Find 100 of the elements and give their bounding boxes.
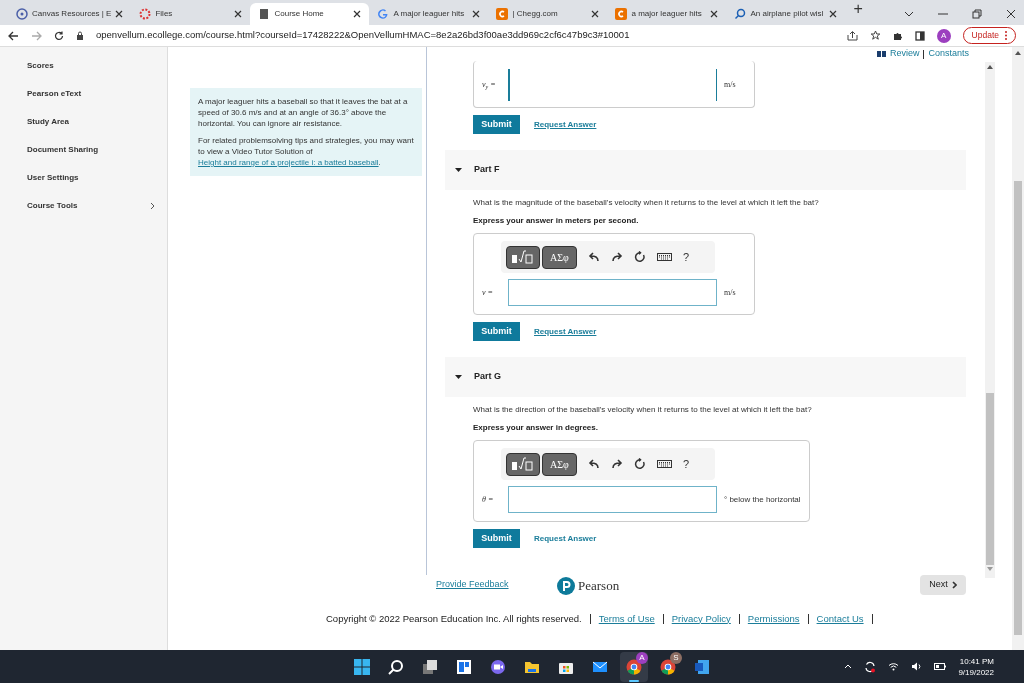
puzzle-icon[interactable] xyxy=(892,30,903,41)
answer-field[interactable] xyxy=(508,486,717,513)
close-icon[interactable] xyxy=(234,10,243,18)
sync-icon[interactable] xyxy=(864,660,877,673)
symbols-button[interactable]: ΑΣφ xyxy=(542,452,577,476)
tab-title: Files xyxy=(155,8,174,20)
symbols-button[interactable]: ΑΣφ xyxy=(542,245,577,269)
feedback-link[interactable]: Provide Feedback xyxy=(436,578,509,592)
help-button[interactable]: ? xyxy=(683,455,690,473)
answer-field[interactable] xyxy=(508,279,717,306)
profile-avatar[interactable]: A xyxy=(936,28,951,43)
undo-icon[interactable] xyxy=(588,459,600,469)
redo-icon[interactable] xyxy=(611,459,623,469)
sidebar-item[interactable]: Pearson eText xyxy=(27,87,155,100)
new-tab-button[interactable]: + xyxy=(853,0,863,21)
tab-title: A major leaguer hits xyxy=(393,8,466,20)
stacked-windows-icon[interactable] xyxy=(422,658,438,675)
help-button[interactable]: ? xyxy=(683,248,690,266)
tab-title: Canvas Resources | E xyxy=(32,8,112,20)
scroll-up-icon[interactable] xyxy=(1015,51,1021,55)
part-header[interactable]: Part F xyxy=(445,150,966,190)
browser-tab[interactable]: A major leaguer hits xyxy=(369,3,489,25)
part-header[interactable]: Part G xyxy=(445,357,966,397)
template-button[interactable] xyxy=(506,245,540,269)
sidebar-item[interactable]: Scores xyxy=(27,59,155,72)
share-icon[interactable] xyxy=(846,30,858,41)
keyboard-icon[interactable] xyxy=(657,460,672,468)
unit-label: m/s xyxy=(724,79,737,91)
keyboard-icon[interactable] xyxy=(657,253,672,261)
sidebar-item[interactable]: Document Sharing xyxy=(27,143,155,156)
request-answer-link[interactable]: Request Answer xyxy=(534,325,597,338)
unit-label: ° below the horizontal xyxy=(724,493,801,506)
variable-label: θ = xyxy=(482,493,495,506)
copyright-text: Copyright © 2022 Pearson Education Inc. All rights reserved. xyxy=(326,611,582,626)
browser-tab[interactable]: Files xyxy=(131,3,251,25)
gear-logo-icon xyxy=(139,8,152,20)
unit-label: m/s xyxy=(724,286,737,299)
close-icon[interactable] xyxy=(710,10,719,18)
sidebar-item[interactable]: User Settings xyxy=(27,171,155,184)
browser-tab[interactable]: Course Home xyxy=(250,3,370,25)
submit-button[interactable]: Submit xyxy=(473,322,520,341)
video-chat-icon[interactable] xyxy=(490,658,506,675)
request-answer-link[interactable]: Request Answer xyxy=(534,118,597,131)
side-panel-icon[interactable] xyxy=(914,30,925,41)
battery-icon[interactable] xyxy=(934,663,947,670)
footer-link[interactable]: Permissions xyxy=(747,611,800,626)
video-tutor-link[interactable]: Height and range of a projectile i: a batted baseball xyxy=(198,158,379,167)
star-icon[interactable] xyxy=(869,30,881,41)
footer-link[interactable]: Privacy Policy xyxy=(671,611,731,626)
taskbar-app[interactable]: A xyxy=(620,651,648,682)
search-icon[interactable] xyxy=(388,658,404,675)
tab-title: Course Home xyxy=(274,8,325,20)
sidebar-item[interactable]: Study Area xyxy=(27,115,155,128)
footer-link[interactable]: Contact Us xyxy=(816,611,864,626)
submit-button[interactable]: Submit xyxy=(473,529,520,548)
header-link[interactable]: Review xyxy=(889,47,920,61)
chevron-up-icon[interactable] xyxy=(844,664,853,669)
speaker-icon[interactable] xyxy=(911,662,923,671)
reset-icon[interactable] xyxy=(634,251,646,263)
reload-icon[interactable] xyxy=(54,30,64,41)
minimize-icon[interactable] xyxy=(938,10,948,18)
header-link[interactable]: Constants xyxy=(928,47,969,61)
close-icon[interactable] xyxy=(829,10,838,18)
template-button[interactable] xyxy=(506,452,540,476)
chrome-logo-icon[interactable] xyxy=(660,658,676,675)
tab-title: | Chegg.com xyxy=(512,8,559,20)
restore-icon[interactable] xyxy=(972,9,982,19)
p-logo-icon xyxy=(557,576,575,595)
close-icon[interactable] xyxy=(115,10,124,18)
sidebar-item[interactable]: Course Tools xyxy=(27,199,155,212)
browser-tab[interactable]: An airplane pilot wisl xyxy=(726,3,846,25)
widgets-icon[interactable] xyxy=(456,658,472,675)
footer-link[interactable]: Terms of Use xyxy=(598,611,655,626)
scroll-up-icon[interactable] xyxy=(987,65,993,69)
back-arrow-icon[interactable] xyxy=(8,30,19,41)
close-icon[interactable] xyxy=(353,10,362,18)
scrollbar-thumb[interactable] xyxy=(986,393,994,565)
browser-tab[interactable]: Canvas Resources | E xyxy=(8,3,132,25)
book-icon xyxy=(876,51,886,57)
reset-icon[interactable] xyxy=(634,458,646,470)
chevron-down-icon[interactable] xyxy=(904,10,914,18)
chrome-logo-icon[interactable] xyxy=(626,658,642,675)
word-logo-icon[interactable] xyxy=(694,658,710,675)
close-icon[interactable] xyxy=(591,10,600,18)
taskbar-app[interactable]: S xyxy=(654,651,682,682)
close-icon[interactable] xyxy=(472,10,481,18)
redo-icon[interactable] xyxy=(611,252,623,262)
address-bar[interactable]: openvellum.ecollege.com/course.html?courseId=17428222&OpenVellumHMAC=8e2a26bd3f00ae3dd969c2cf6c47b9c3#10001 xyxy=(96,28,630,43)
wifi-icon[interactable] xyxy=(888,662,900,671)
question-text: What is the magnitude of the baseball's velocity when it returns to the level at which it left the bat? xyxy=(473,197,820,209)
request-answer-link[interactable]: Request Answer xyxy=(534,532,597,545)
close-icon[interactable] xyxy=(1006,9,1016,19)
undo-icon[interactable] xyxy=(588,252,600,262)
next-button[interactable]: Next xyxy=(920,575,966,595)
scrollbar-thumb[interactable] xyxy=(1014,181,1022,635)
browser-tab[interactable]: | Chegg.com xyxy=(488,3,608,25)
browser-tab[interactable]: a major leaguer hits xyxy=(607,3,727,25)
problem-text: A major leaguer hits a baseball so that it leaves the bat at a speed of 30.6 m/s and at an angle of 36.3° above the horizontal. You can ignore air resistance. xyxy=(198,96,409,129)
submit-button[interactable]: Submit xyxy=(473,115,520,134)
windows-logo-icon[interactable] xyxy=(354,658,370,675)
